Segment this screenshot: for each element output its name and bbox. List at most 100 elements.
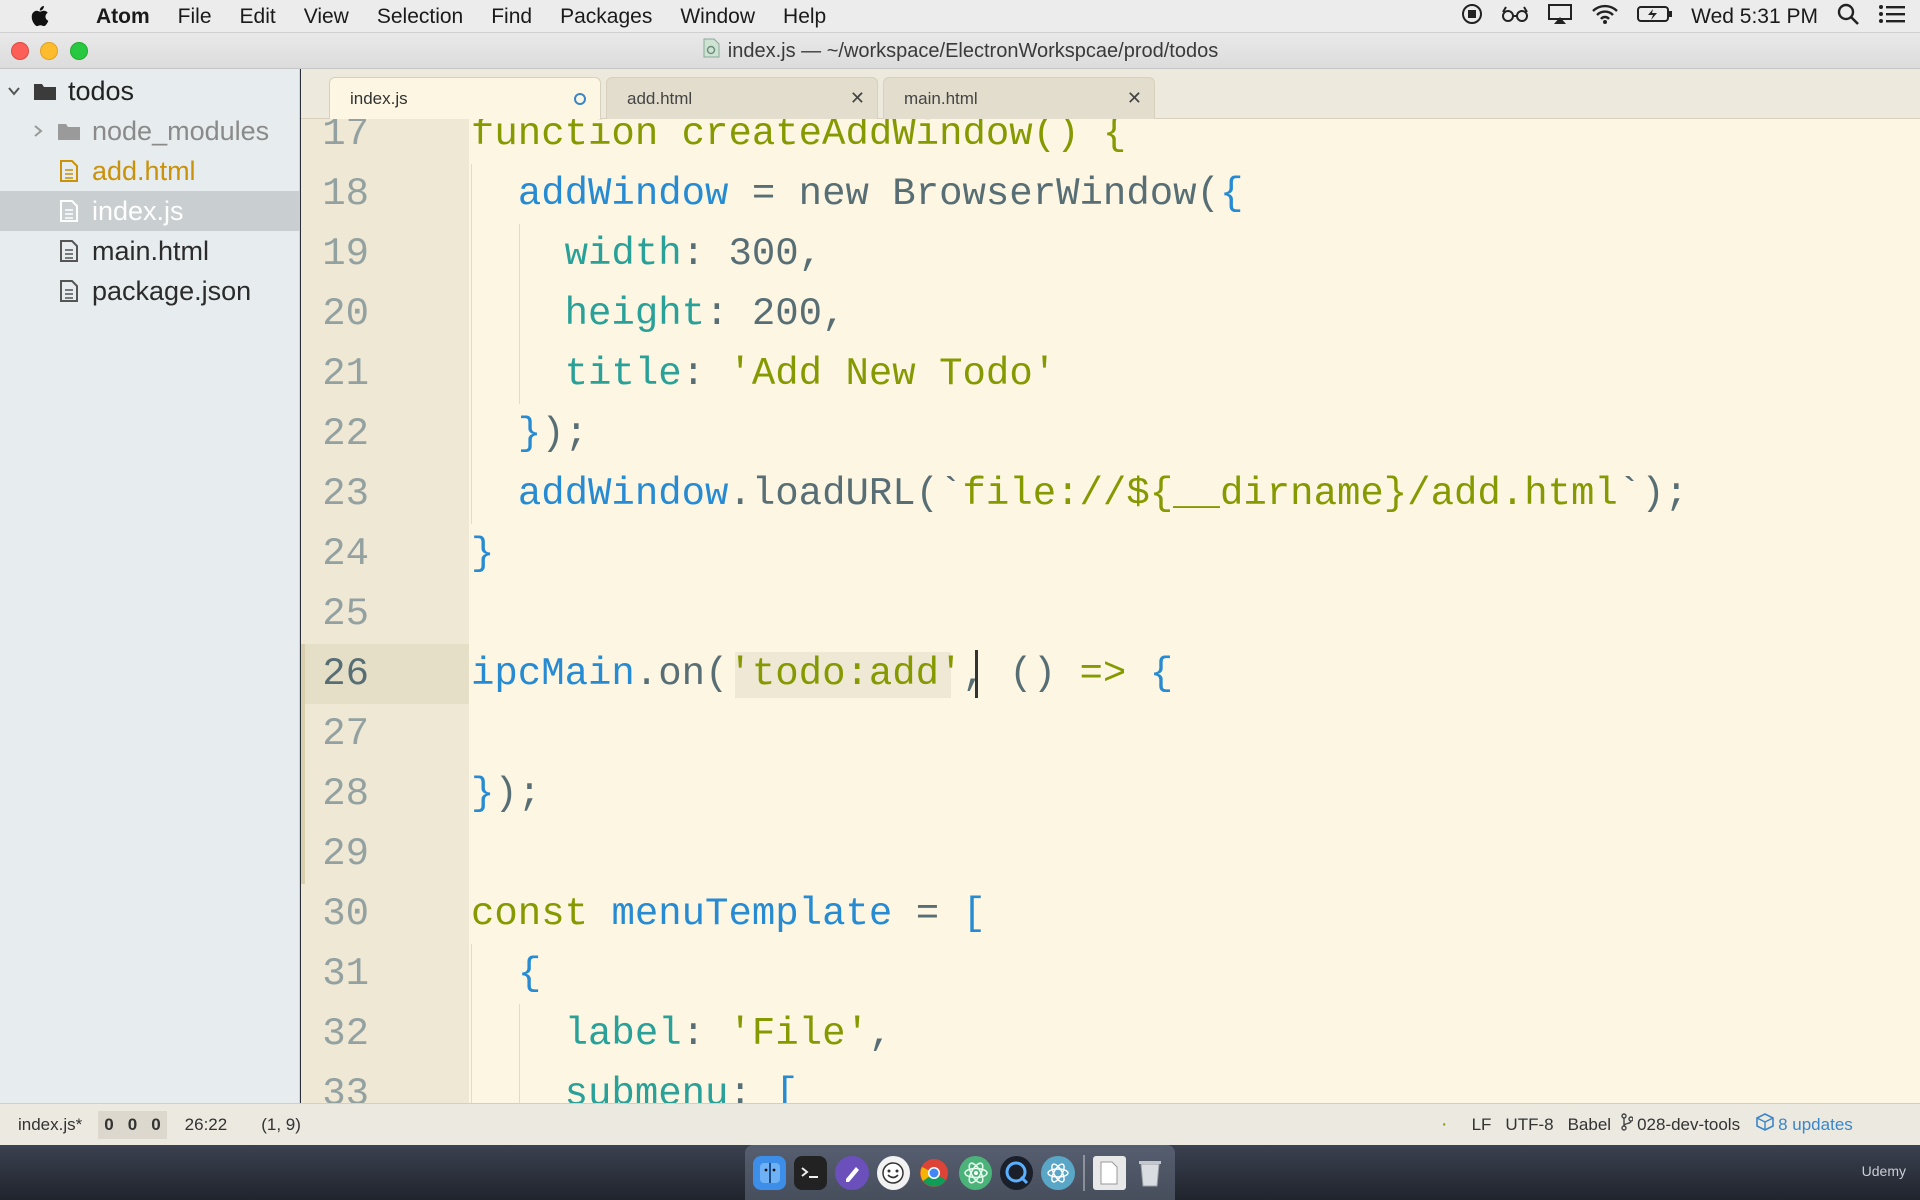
line-number[interactable]: 26 (301, 644, 369, 704)
record-icon[interactable] (1461, 3, 1483, 31)
quicktime-icon[interactable] (1000, 1155, 1034, 1190)
gutter-row[interactable]: 28 (301, 764, 469, 824)
status-file-name[interactable]: index.js* (18, 1115, 82, 1135)
notification-center-icon[interactable] (1878, 3, 1906, 31)
code-line[interactable]: width: 300, (471, 224, 822, 284)
spotlight-search-icon[interactable] (1836, 2, 1860, 32)
gutter-row[interactable]: 23 (301, 464, 469, 524)
battery-icon[interactable] (1637, 4, 1673, 30)
code-line[interactable]: height: 200, (471, 284, 846, 344)
line-number[interactable]: 21 (301, 344, 369, 404)
gutter-row[interactable]: 30 (301, 884, 469, 944)
line-number[interactable]: 30 (301, 884, 369, 944)
close-icon[interactable]: ✕ (1127, 88, 1142, 109)
menu-view[interactable]: View (290, 0, 363, 33)
encoding-selector[interactable]: UTF-8 (1505, 1115, 1553, 1135)
line-number[interactable]: 23 (301, 464, 369, 524)
line-number[interactable]: 25 (301, 584, 369, 644)
gutter-row[interactable]: 25 (301, 584, 469, 644)
code-line[interactable]: ipcMain.on('todo:add', () => { (471, 644, 1173, 704)
line-number[interactable]: 17 (301, 119, 369, 164)
terminal-icon[interactable] (794, 1155, 828, 1190)
atom-app-icon[interactable] (959, 1155, 993, 1190)
line-number[interactable]: 19 (301, 224, 369, 284)
menu-file[interactable]: File (164, 0, 226, 33)
line-number[interactable]: 32 (301, 1004, 369, 1064)
close-icon[interactable]: ✕ (850, 88, 865, 109)
document-icon[interactable] (1092, 1155, 1126, 1190)
line-number[interactable]: 29 (301, 824, 369, 884)
gutter-row[interactable]: 33 (301, 1064, 469, 1103)
code-line[interactable]: title: 'Add New Todo' (471, 344, 1057, 404)
menu-clock[interactable]: Wed 5:31 PM (1691, 5, 1818, 29)
chrome-icon[interactable] (918, 1156, 951, 1190)
tab-index-js[interactable]: index.js (329, 77, 601, 120)
git-branch[interactable]: 028-dev-tools (1637, 1115, 1740, 1135)
code-line[interactable]: function createAddWindow() { (471, 119, 1126, 164)
gutter-row[interactable]: 20 (301, 284, 469, 344)
finder-icon[interactable] (753, 1155, 787, 1190)
code-line[interactable]: }); (471, 764, 541, 824)
gutter-row[interactable]: 32 (301, 1004, 469, 1064)
line-number[interactable]: 22 (301, 404, 369, 464)
line-number-gutter[interactable]: 17 18 19 20 21 22 23 24 25 26 27 28 29 30 31 32 33 (301, 119, 469, 1103)
gutter-row[interactable]: 26 (301, 644, 469, 704)
lint-counts[interactable]: 0 0 0 (98, 1110, 167, 1139)
gutter-row[interactable]: 29 (301, 824, 469, 884)
line-number[interactable]: 31 (301, 944, 369, 1004)
line-number[interactable]: 20 (301, 284, 369, 344)
gutter-row[interactable]: 19 (301, 224, 469, 284)
tab-add-html[interactable]: add.html ✕ (606, 77, 878, 119)
wifi-icon[interactable] (1591, 3, 1619, 31)
cursor-position[interactable]: 26:22 (185, 1115, 228, 1135)
line-number[interactable]: 24 (301, 524, 369, 584)
gutter-row[interactable]: 21 (301, 344, 469, 404)
code-editor[interactable]: 17 18 19 20 21 22 23 24 25 26 27 28 29 30 31 32 33 funct… (301, 119, 1920, 1103)
tree-item-package-json[interactable]: package.json (0, 271, 300, 311)
code-line[interactable]: }); (471, 404, 588, 464)
code-line[interactable]: addWindow = new BrowserWindow({ (471, 164, 1244, 224)
menu-help[interactable]: Help (769, 0, 840, 33)
code-line[interactable]: const menuTemplate = [ (471, 884, 986, 944)
line-ending-selector[interactable]: LF (1472, 1115, 1492, 1135)
trash-icon[interactable] (1134, 1156, 1167, 1190)
package-updates[interactable]: 8 updates (1778, 1115, 1853, 1135)
code-line[interactable]: label: 'File', (471, 1004, 893, 1064)
gutter-row[interactable]: 24 (301, 524, 469, 584)
menu-app-name[interactable]: Atom (82, 0, 164, 33)
electron-app-icon[interactable] (1041, 1155, 1075, 1190)
menu-window[interactable]: Window (666, 0, 769, 33)
line-number[interactable]: 33 (301, 1064, 369, 1103)
code-line[interactable]: addWindow.loadURL(`file://${__dirname}/a… (471, 464, 1688, 524)
smiley-app-icon[interactable] (876, 1155, 910, 1190)
modified-indicator-icon[interactable] (574, 93, 586, 105)
menu-packages[interactable]: Packages (546, 0, 666, 33)
code-line[interactable]: submenu: [ (471, 1064, 799, 1103)
line-number[interactable]: 18 (301, 164, 369, 224)
line-number[interactable]: 27 (301, 704, 369, 764)
menu-find[interactable]: Find (477, 0, 546, 33)
tree-root-todos[interactable]: todos (0, 71, 300, 111)
grammar-selector[interactable]: Babel (1568, 1115, 1611, 1135)
gutter-row[interactable]: 17 (301, 119, 469, 164)
apple-menu-icon[interactable] (0, 4, 82, 28)
gutter-row[interactable]: 18 (301, 164, 469, 224)
menu-edit[interactable]: Edit (226, 0, 290, 33)
gutter-row[interactable]: 31 (301, 944, 469, 1004)
tab-main-html[interactable]: main.html ✕ (883, 77, 1155, 119)
airplay-icon[interactable] (1547, 3, 1573, 31)
chevron-down-icon[interactable] (4, 86, 24, 96)
line-number[interactable]: 28 (301, 764, 369, 824)
selection-count[interactable]: (1, 9) (261, 1115, 301, 1135)
menu-selection[interactable]: Selection (363, 0, 477, 33)
code-line[interactable]: } (471, 524, 494, 584)
editor-app-icon[interactable] (835, 1155, 869, 1190)
tree-item-main-html[interactable]: main.html (0, 231, 300, 271)
glasses-icon[interactable] (1501, 4, 1529, 30)
document-proxy-icon[interactable] (702, 38, 720, 64)
tree-item-add-html[interactable]: add.html (0, 151, 300, 191)
code-line[interactable]: { (471, 944, 541, 1004)
chevron-right-icon[interactable] (28, 125, 48, 137)
tree-item-index-js[interactable]: index.js (0, 191, 300, 231)
gutter-row[interactable]: 27 (301, 704, 469, 764)
